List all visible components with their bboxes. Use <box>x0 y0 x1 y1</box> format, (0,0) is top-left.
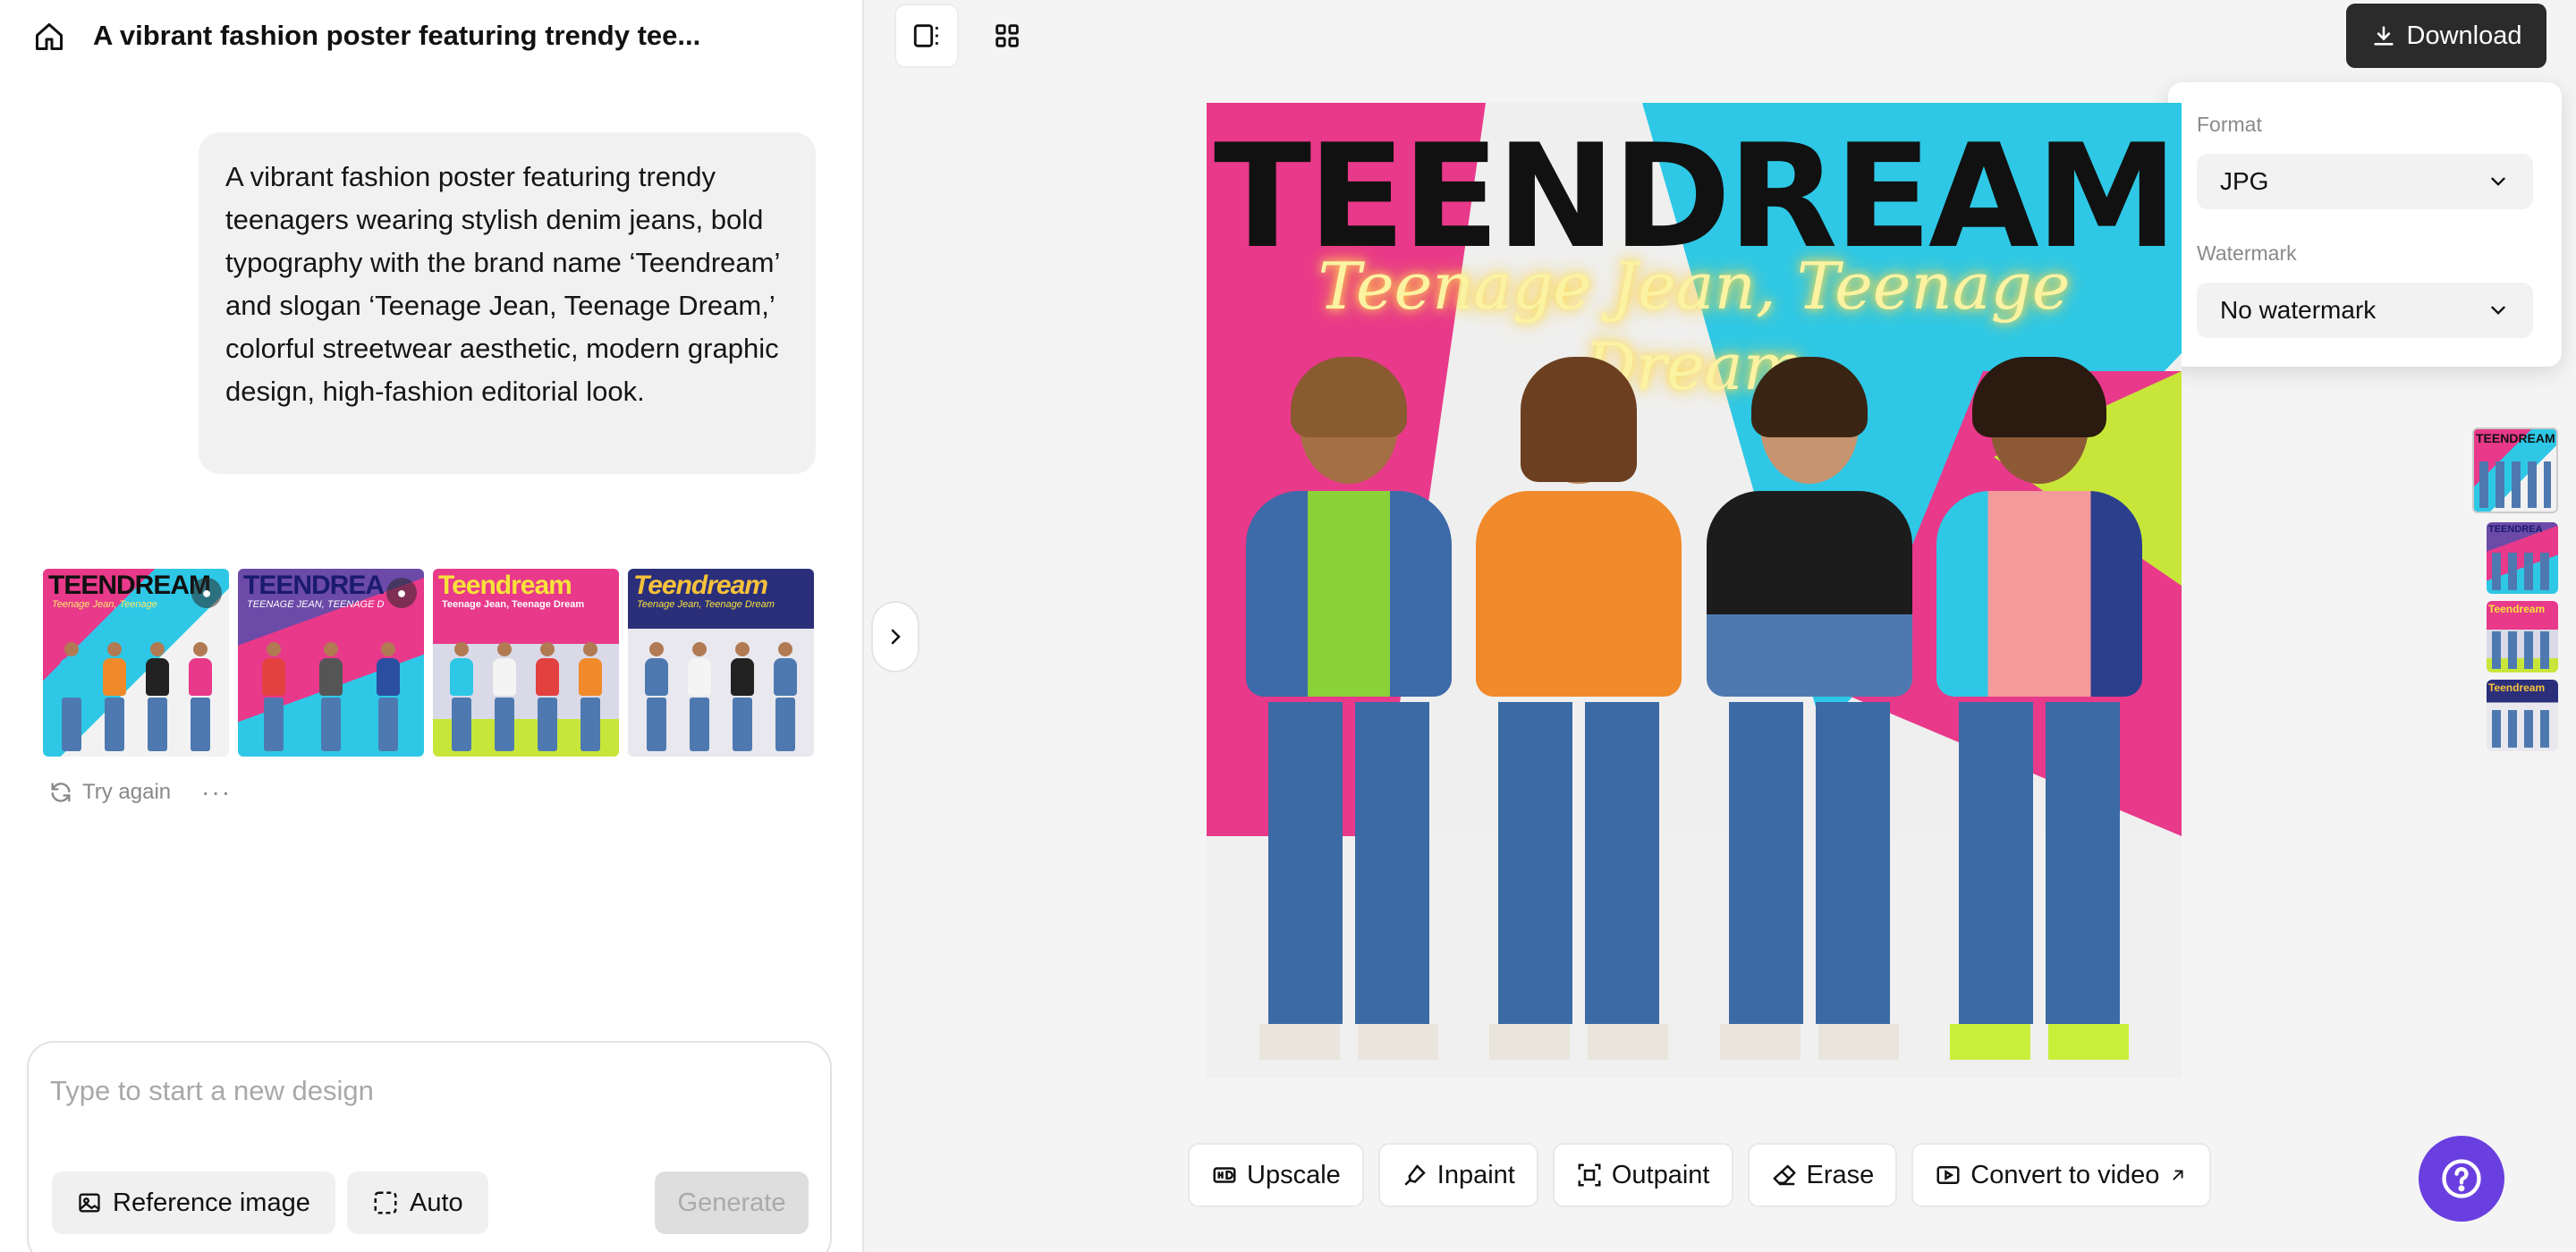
watermark-value: No watermark <box>2220 296 2377 324</box>
result-thumbnail-3[interactable]: Teendream Teenage Jean, Teenage Dream <box>433 569 619 757</box>
inpaint-button[interactable]: Inpaint <box>1377 1143 1538 1207</box>
variation-brand: Teendream <box>2488 681 2546 694</box>
thumbnail-brand: Teendream <box>438 571 572 600</box>
result-thumbnail-4[interactable]: Teendream Teenage Jean, Teenage Dream <box>628 569 814 757</box>
poster-figure <box>1245 357 1452 1060</box>
erase-button[interactable]: Erase <box>1747 1143 1898 1207</box>
variation-brand: TEENDREAM <box>2476 431 2555 445</box>
variation-brand: TEENDREA <box>2488 524 2543 535</box>
download-button[interactable]: Download <box>2346 4 2546 68</box>
home-button[interactable] <box>30 18 68 55</box>
hd-icon <box>1213 1167 1236 1183</box>
watermark-select[interactable]: No watermark <box>2197 283 2533 338</box>
image-badge-icon: ● <box>191 578 222 608</box>
chat-panel: A vibrant fashion poster featuring trend… <box>0 0 864 1252</box>
variation-thumbnail-2[interactable]: TEENDREA <box>2487 522 2558 594</box>
top-bar: A vibrant fashion poster featuring trend… <box>0 0 864 72</box>
poster-figure <box>1936 357 2143 1060</box>
watermark-label: Watermark <box>2197 241 2297 265</box>
result-actions: Try again ··· <box>48 774 232 810</box>
chevron-right-icon <box>891 629 901 645</box>
help-button[interactable] <box>2419 1136 2504 1222</box>
format-select[interactable]: JPG <box>2197 154 2533 209</box>
variation-thumbnail-4[interactable]: Teendream <box>2487 680 2558 751</box>
frame-icon <box>374 1191 397 1214</box>
prompt-bubble: A vibrant fashion poster featuring trend… <box>199 132 816 474</box>
expand-icon <box>1578 1163 1601 1187</box>
thumbnail-slogan: Teenage Jean, Teenage Dream <box>442 599 585 610</box>
try-again-label: Try again <box>82 780 172 804</box>
thumbnail-figures <box>50 635 222 751</box>
single-view-toggle[interactable] <box>894 4 959 68</box>
thumbnail-brand: Teendream <box>633 571 768 600</box>
poster-figure <box>1706 357 1912 1060</box>
result-thumbnail-2[interactable]: TEENDREA TEENAGE JEAN, TEENAGE D ● <box>238 569 424 757</box>
format-label: Format <box>2197 113 2262 136</box>
thumbnail-brand: TEENDREAM <box>48 571 211 600</box>
upscale-label: Upscale <box>1247 1160 1341 1189</box>
poster-figure <box>1476 357 1682 1060</box>
thumbnail-figures <box>440 635 612 751</box>
variation-thumbnail-1[interactable]: TEENDREAM <box>2472 427 2558 513</box>
video-icon <box>1936 1166 1960 1184</box>
grid-view-toggle[interactable] <box>975 4 1039 68</box>
generate-button[interactable]: Generate <box>655 1172 809 1234</box>
help-icon <box>2442 1159 2481 1198</box>
collapse-panel-button[interactable] <box>871 601 919 673</box>
image-badge-icon: ● <box>386 578 417 608</box>
erase-label: Erase <box>1806 1160 1875 1189</box>
outpaint-label: Outpaint <box>1611 1160 1710 1189</box>
inpaint-label: Inpaint <box>1436 1160 1515 1189</box>
download-icon <box>2373 26 2394 46</box>
download-label: Download <box>2406 21 2522 50</box>
image-tools-toolbar: Upscale Inpaint Outpaint Erase Convert t… <box>1188 1143 2212 1207</box>
grid-view-icon <box>996 24 1019 47</box>
auto-label: Auto <box>410 1188 463 1217</box>
reference-image-button[interactable]: Reference image <box>52 1172 335 1234</box>
outpaint-button[interactable]: Outpaint <box>1552 1143 1733 1207</box>
poster-figures <box>1233 344 2155 1060</box>
thumbnail-slogan: Teenage Jean, Teenage Dream <box>637 599 775 610</box>
try-again-button[interactable]: Try again <box>48 780 171 805</box>
eraser-icon <box>1773 1164 1795 1186</box>
chevron-down-icon <box>2491 177 2505 186</box>
refresh-icon <box>51 782 71 802</box>
chevron-down-icon <box>2491 306 2505 315</box>
image-icon <box>79 1193 100 1213</box>
variation-brand: Teendream <box>2488 603 2546 615</box>
home-icon <box>36 23 63 50</box>
more-options-button[interactable]: ··· <box>201 780 232 805</box>
page-title: A vibrant fashion poster featuring trend… <box>93 20 701 51</box>
prompt-input[interactable] <box>50 1064 801 1118</box>
convert-label: Convert to video <box>1970 1160 2160 1189</box>
result-thumbnail-1[interactable]: TEENDREAM Teenage Jean, Teenage ● <box>43 569 229 757</box>
variation-thumbnail-3[interactable]: Teendream <box>2487 601 2558 673</box>
thumbnail-brand: TEENDREA <box>243 571 385 600</box>
result-thumbnails: TEENDREAM Teenage Jean, Teenage ● TEENDR… <box>43 569 816 757</box>
brush-icon <box>1404 1164 1426 1186</box>
format-value: JPG <box>2220 167 2269 195</box>
composer: Reference image Auto Generate <box>27 1041 832 1252</box>
generated-poster-image[interactable]: TEENDREAM Teenage Jean, Teenage Dream <box>1207 103 2182 1078</box>
thumbnail-slogan: Teenage Jean, Teenage <box>52 599 157 610</box>
external-arrow-icon <box>2173 1170 2183 1180</box>
single-view-icon <box>913 24 938 47</box>
thumbnail-slogan: TEENAGE JEAN, TEENAGE D <box>247 599 385 610</box>
download-options-popover: Format JPG Watermark No watermark <box>2168 82 2562 367</box>
auto-button[interactable]: Auto <box>347 1172 488 1234</box>
thumbnail-figures <box>635 635 807 751</box>
thumbnail-figures <box>245 635 417 751</box>
upscale-button[interactable]: Upscale <box>1188 1143 1364 1207</box>
reference-image-label: Reference image <box>113 1188 310 1217</box>
convert-to-video-button[interactable]: Convert to video <box>1911 1143 2212 1207</box>
